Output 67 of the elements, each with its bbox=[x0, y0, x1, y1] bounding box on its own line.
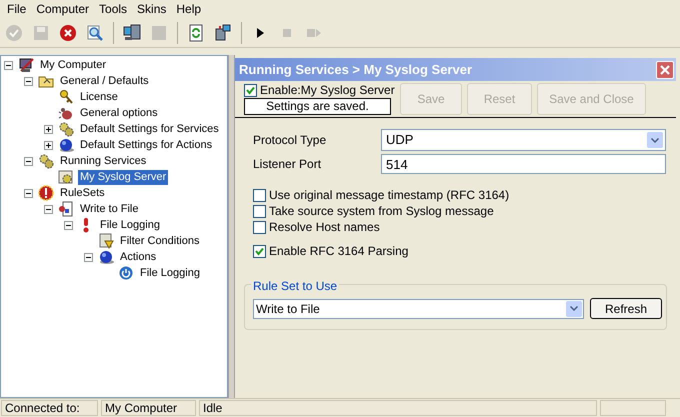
expander-icon[interactable] bbox=[84, 252, 93, 262]
gears-icon bbox=[38, 153, 54, 169]
checkbox[interactable] bbox=[244, 84, 257, 96]
tree-item[interactable]: My Syslog Server bbox=[78, 170, 168, 184]
computers-icon[interactable] bbox=[122, 23, 142, 43]
menu-item[interactable]: Tools bbox=[94, 1, 132, 18]
checkbox-label: Enable:My Syslog Server bbox=[260, 82, 395, 99]
sphere-icon bbox=[58, 137, 74, 153]
menu-item[interactable]: File bbox=[2, 1, 32, 18]
tree-item[interactable]: License bbox=[78, 90, 120, 104]
close-button[interactable] bbox=[656, 60, 674, 78]
tree-item[interactable]: Default Settings for Services bbox=[78, 122, 221, 136]
menu-item[interactable]: Computer bbox=[31, 1, 94, 18]
field-label: Protocol Type bbox=[253, 132, 328, 149]
menu-item[interactable]: Skins bbox=[132, 1, 172, 18]
tree-item[interactable]: File Logging bbox=[138, 266, 202, 280]
tree-item[interactable]: RuleSets bbox=[58, 186, 107, 200]
tree-item[interactable]: Default Settings for Actions bbox=[78, 138, 214, 152]
status-field: My Computer bbox=[101, 400, 196, 416]
checkbox-label: Use original message timestamp (RFC 3164) bbox=[269, 187, 510, 204]
power-icon bbox=[118, 265, 134, 281]
port-field[interactable]: 514 bbox=[381, 154, 666, 174]
checkbox[interactable] bbox=[253, 244, 266, 258]
network-icon[interactable] bbox=[213, 23, 233, 43]
bug-icon bbox=[58, 105, 74, 121]
alert-icon bbox=[38, 185, 54, 201]
document-icon bbox=[58, 201, 74, 217]
expander-icon[interactable] bbox=[44, 204, 53, 214]
ruleset-dropdown[interactable]: Write to File bbox=[253, 298, 584, 318]
checkbox[interactable] bbox=[253, 188, 266, 202]
refresh-button[interactable]: Refresh bbox=[590, 298, 662, 319]
tree-item[interactable]: Running Services bbox=[58, 154, 148, 168]
tree-item[interactable]: General options bbox=[78, 106, 160, 120]
tree-item[interactable]: My Computer bbox=[38, 58, 108, 72]
status-message: Settings are saved. bbox=[244, 98, 391, 115]
tree-item[interactable]: Filter Conditions bbox=[118, 234, 202, 248]
menu-item[interactable]: Help bbox=[171, 1, 206, 18]
close-icon[interactable] bbox=[58, 23, 78, 43]
keys-icon bbox=[58, 89, 74, 105]
checkbox-label: Resolve Host names bbox=[269, 219, 380, 236]
checkbox[interactable] bbox=[253, 220, 266, 234]
status-field: Idle bbox=[199, 400, 597, 416]
expander-icon[interactable] bbox=[44, 124, 53, 134]
search-icon[interactable] bbox=[85, 23, 105, 43]
status-field: Connected to: bbox=[1, 400, 98, 416]
tree-item[interactable]: General / Defaults bbox=[58, 74, 151, 88]
filter-icon bbox=[98, 233, 114, 249]
expander-icon[interactable] bbox=[24, 156, 33, 166]
tree-item[interactable]: File Logging bbox=[98, 218, 162, 232]
sphere-icon bbox=[98, 249, 114, 265]
service-icon bbox=[58, 169, 74, 185]
panel-title: Running Services > My Syslog Server bbox=[239, 60, 472, 79]
expander-icon[interactable] bbox=[44, 140, 53, 150]
expander-icon[interactable] bbox=[24, 76, 33, 86]
checkbox[interactable] bbox=[253, 204, 266, 218]
gears-icon bbox=[58, 121, 74, 137]
checkbox-label: Take source system from Syslog message bbox=[269, 203, 494, 220]
close-icon bbox=[659, 64, 671, 76]
expander-icon[interactable] bbox=[24, 188, 33, 198]
computer-icon bbox=[18, 57, 34, 73]
field-label: Listener Port bbox=[253, 156, 322, 173]
tree-item[interactable]: Actions bbox=[118, 250, 158, 264]
protocol-dropdown[interactable]: UDP bbox=[381, 129, 666, 151]
tree-item[interactable]: Write to File bbox=[78, 202, 140, 216]
checkbox-label: Enable RFC 3164 Parsing bbox=[269, 243, 408, 260]
expander-icon[interactable] bbox=[4, 60, 13, 70]
expander-icon[interactable] bbox=[64, 220, 73, 230]
